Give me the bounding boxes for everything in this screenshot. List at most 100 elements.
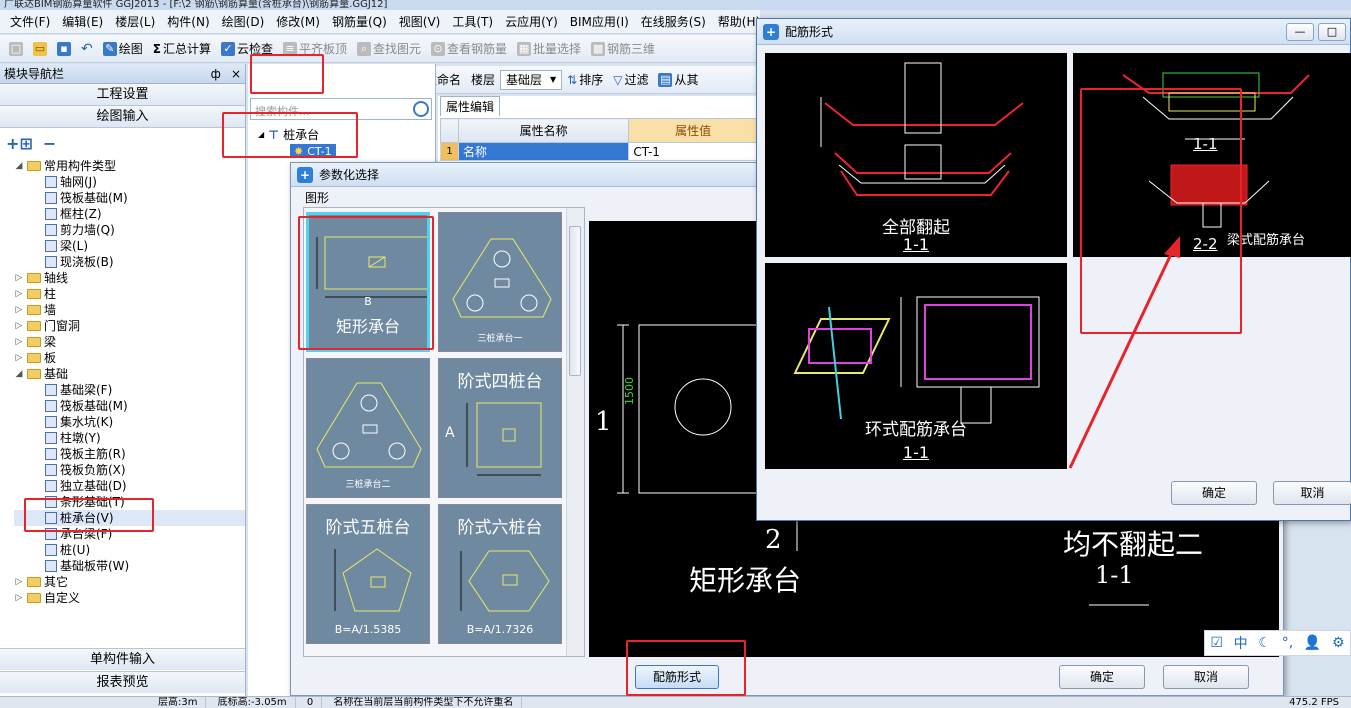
maximize-button[interactable]: □: [1318, 22, 1346, 41]
floor-select[interactable]: 基础层 ▼: [499, 69, 563, 90]
menu-item[interactable]: 编辑(E): [56, 13, 109, 30]
expand-arrow-icon[interactable]: ▷: [14, 590, 24, 606]
collapse-arrow-icon[interactable]: ◢: [14, 366, 24, 382]
collapse-arrow-icon[interactable]: ◢: [14, 158, 24, 174]
param-cancel-button[interactable]: 取消: [1163, 665, 1249, 689]
menu-item[interactable]: 视图(V): [393, 13, 447, 30]
expand-arrow-icon[interactable]: ▷: [14, 334, 24, 350]
tab-property-edit[interactable]: 属性编辑: [440, 96, 500, 116]
rebar-cancel-button[interactable]: 取消: [1273, 481, 1351, 505]
tree-item[interactable]: ▷ 墙: [14, 302, 245, 318]
thumb-three-pile-1[interactable]: 三桩承台一: [438, 212, 562, 352]
expand-arrow-icon[interactable]: ▷: [14, 350, 24, 366]
save-button[interactable]: ▪: [52, 41, 76, 56]
find-element-button[interactable]: ⌕ 查找图元: [352, 40, 426, 57]
close-icon[interactable]: ×: [231, 67, 241, 81]
drawing-input-button[interactable]: 绘图输入: [0, 106, 245, 128]
tree-item[interactable]: 基础板带(W): [14, 558, 245, 574]
tree-item[interactable]: 框柱(Z): [14, 206, 245, 222]
gear-icon[interactable]: ⚙: [1332, 635, 1345, 651]
menu-item[interactable]: 楼层(L): [109, 13, 161, 30]
menu-item[interactable]: 在线服务(S): [635, 13, 712, 30]
menu-item[interactable]: 钢筋量(Q): [326, 13, 393, 30]
tree-item[interactable]: ▷ 自定义: [14, 590, 245, 606]
tree-item[interactable]: 筏板基础(M): [14, 398, 245, 414]
tree-item-ct1[interactable]: ✸ CT-1: [290, 144, 336, 158]
tree-root-pile-cap[interactable]: ◢ ⊤ 桩承台: [258, 126, 319, 143]
expand-arrow-icon[interactable]: ▷: [14, 302, 24, 318]
expand-arrow-icon[interactable]: ▷: [14, 574, 24, 590]
thumb-four-pile[interactable]: 阶式四桩台 A: [438, 358, 562, 498]
collapse-all-icon[interactable]: −: [43, 134, 56, 153]
ime-mode-icon[interactable]: ☑: [1210, 635, 1223, 651]
undo-button[interactable]: ↶: [76, 41, 98, 57]
from-other-button[interactable]: ▤ 从其: [653, 71, 703, 88]
tree-item[interactable]: 承台梁(F): [14, 526, 245, 542]
tree-item[interactable]: 梁(L): [14, 238, 245, 254]
tile-ring-type[interactable]: 环式配筋承台 1-1: [765, 263, 1067, 469]
tree-item[interactable]: ▷ 轴线: [14, 270, 245, 286]
sum-calc-button[interactable]: Σ 汇总计算: [148, 40, 216, 57]
tree-item[interactable]: 基础梁(F): [14, 382, 245, 398]
filter-button[interactable]: ▽ 过滤: [608, 71, 653, 88]
param-ok-button[interactable]: 确定: [1059, 665, 1145, 689]
scrollbar-thumb[interactable]: [569, 226, 581, 376]
tree-item[interactable]: ◢ 基础: [14, 366, 245, 382]
minimize-button[interactable]: —: [1286, 22, 1314, 41]
tree-item[interactable]: 独立基础(D): [14, 478, 245, 494]
view-rebar-button[interactable]: ⊙ 查看钢筋量: [426, 40, 512, 57]
tree-item[interactable]: 筏板基础(M): [14, 190, 245, 206]
menu-item[interactable]: 工具(T): [446, 13, 499, 30]
tree-item[interactable]: 桩(U): [14, 542, 245, 558]
draw-button[interactable]: ✎ 绘图: [98, 40, 148, 57]
menu-item[interactable]: 文件(F): [4, 13, 56, 30]
expand-arrow-icon[interactable]: ▷: [14, 286, 24, 302]
menu-item[interactable]: 构件(N): [161, 13, 215, 30]
thumb-three-pile-2[interactable]: 三桩承台二: [306, 358, 430, 498]
search-icon[interactable]: [413, 101, 429, 117]
moon-icon[interactable]: ☾: [1258, 635, 1271, 651]
tree-item[interactable]: ◢ 常用构件类型: [14, 158, 245, 174]
punctuation-icon[interactable]: °,: [1282, 635, 1293, 651]
tree-item[interactable]: ▷ 门窗洞: [14, 318, 245, 334]
tree-item[interactable]: 柱墩(Y): [14, 430, 245, 446]
rebar-3d-button[interactable]: ▩ 钢筋三维: [586, 40, 660, 57]
menu-item[interactable]: 云应用(Y): [499, 13, 564, 30]
flush-slab-button[interactable]: ≡ 平齐板顶: [278, 40, 352, 57]
tree-item[interactable]: 筏板负筋(X): [14, 462, 245, 478]
thumb-rect-cap[interactable]: B 矩形承台: [306, 212, 430, 352]
tree-item[interactable]: 条形基础(T): [14, 494, 245, 510]
user-icon[interactable]: 👤: [1304, 635, 1321, 651]
search-input[interactable]: 搜索构件...: [250, 98, 432, 120]
batch-select-button[interactable]: ▦ 批量选择: [512, 40, 586, 57]
rebar-ok-button[interactable]: 确定: [1171, 481, 1257, 505]
tree-item[interactable]: ▷ 板: [14, 350, 245, 366]
tree-item[interactable]: 筏板主筋(R): [14, 446, 245, 462]
cloud-check-button[interactable]: ✓ 云检查: [216, 40, 278, 57]
tree-item[interactable]: 轴网(J): [14, 174, 245, 190]
menu-item[interactable]: BIM应用(I): [564, 13, 635, 30]
tree-item[interactable]: 集水坑(K): [14, 414, 245, 430]
menu-item[interactable]: 绘图(D): [216, 13, 271, 30]
expand-arrow-icon[interactable]: ▷: [14, 270, 24, 286]
tree-item[interactable]: 桩承台(V): [14, 510, 245, 526]
menu-item[interactable]: 帮助(H): [712, 13, 760, 30]
project-settings-button[interactable]: 工程设置: [0, 84, 245, 106]
menu-item[interactable]: 修改(M): [270, 13, 326, 30]
tree-item[interactable]: 剪力墙(Q): [14, 222, 245, 238]
sort-button[interactable]: ⇅ 排序: [562, 71, 608, 88]
tile-beam-type[interactable]: 1-1 2-2 梁式配筋承台: [1073, 53, 1351, 257]
open-file-button[interactable]: ▭: [28, 41, 52, 56]
pin-icon[interactable]: ф: [211, 67, 221, 81]
row-value[interactable]: CT-1: [628, 142, 758, 161]
single-input-button[interactable]: 单构件输入: [0, 648, 245, 670]
thumb-five-pile[interactable]: 阶式五桩台 B=A/1.5385: [306, 504, 430, 644]
tile-all-turned-up[interactable]: 全部翻起 1-1: [765, 53, 1067, 257]
new-file-button[interactable]: □: [4, 41, 28, 56]
thumb-six-pile[interactable]: 阶式六桩台 B=A/1.7326: [438, 504, 562, 644]
tree-item[interactable]: ▷ 其它: [14, 574, 245, 590]
thumb-list-scrollbar[interactable]: [566, 208, 584, 656]
report-preview-button[interactable]: 报表预览: [0, 671, 245, 693]
expand-all-icon[interactable]: +⊞: [6, 134, 33, 153]
table-row[interactable]: 1 名称 CT-1: [440, 142, 758, 161]
